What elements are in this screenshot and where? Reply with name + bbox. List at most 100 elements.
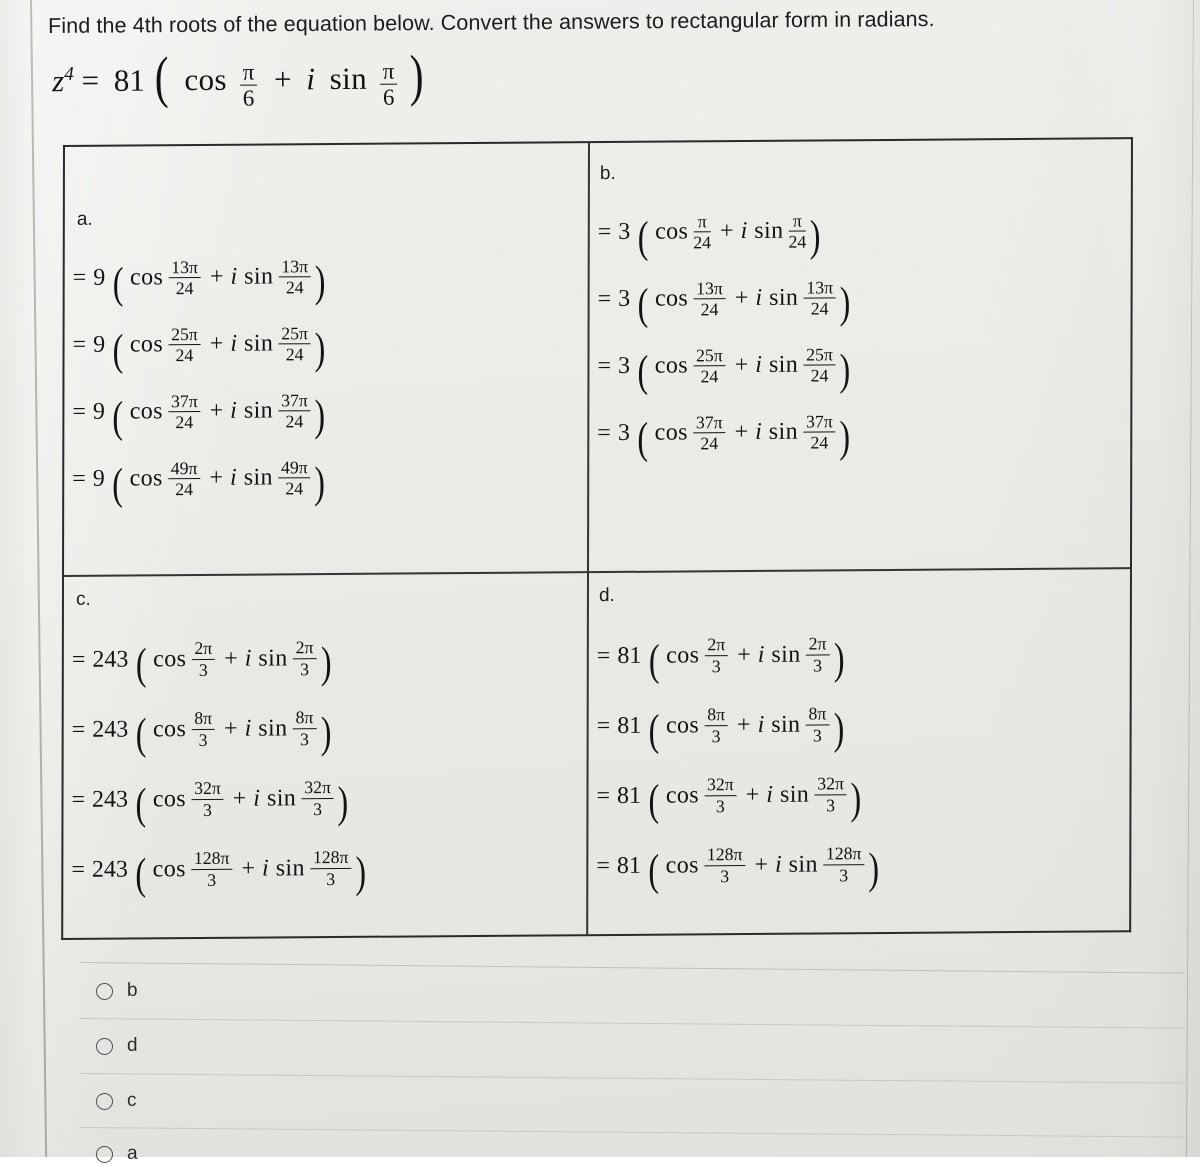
choice-equation-row: =9(cos37π24+isin37π24)	[72, 375, 581, 446]
cos-label: cos	[666, 782, 699, 809]
fraction-numerator: 13π	[803, 278, 836, 298]
choice-equation-row: =3(cos25π24+isin25π24)	[597, 329, 1124, 400]
imaginary-unit: i	[306, 61, 315, 96]
cos-label: cos	[153, 786, 186, 813]
angle-fraction-sin: 25π24	[803, 345, 836, 384]
imaginary-unit: i	[230, 465, 237, 492]
equation-modulus: 9	[93, 332, 105, 359]
equals-sign: =	[597, 713, 611, 740]
choice-cell-c: c. =243(cos2π3+isin2π3)=243(cos8π3+isin8…	[63, 573, 587, 938]
fraction-denominator: 3	[704, 866, 746, 885]
fraction-denominator: 24	[693, 299, 726, 318]
option-row-b[interactable]: b	[96, 980, 138, 1002]
plus-sign: +	[737, 641, 751, 668]
plus-sign: +	[233, 785, 247, 812]
choice-equations-d: =81(cos2π3+isin2π3)=81(cos8π3+isin8π3)=8…	[596, 617, 1124, 901]
cos-label: cos	[130, 398, 163, 425]
fraction-denominator: 24	[278, 478, 311, 497]
choice-equation-row: =3(cos13π24+isin13π24)	[598, 262, 1125, 333]
equals-sign: =	[597, 353, 611, 380]
equals-sign: =	[598, 286, 612, 313]
radio-button-c[interactable]	[96, 1092, 113, 1109]
angle-fraction-cos: 25π24	[168, 325, 201, 364]
equals-sign: =	[72, 646, 86, 673]
equation-modulus: 81	[617, 712, 641, 739]
imaginary-unit: i	[755, 285, 762, 312]
choice-cell-a: a. =9(cos13π24+isin13π24)=9(cos25π24+isi…	[64, 143, 588, 575]
cos-label: cos	[184, 62, 227, 97]
plus-sign: +	[746, 781, 760, 808]
fraction-denominator: 24	[278, 344, 311, 363]
imaginary-unit: i	[755, 419, 762, 446]
angle-fraction-cos: 13π24	[693, 279, 726, 318]
option-row-d[interactable]: d	[96, 1035, 138, 1057]
cos-label: cos	[655, 352, 688, 379]
equation-modulus: 3	[618, 420, 630, 447]
radio-button-a[interactable]	[96, 1145, 113, 1162]
angle-fraction-cos: 32π3	[191, 779, 224, 818]
equals-sign: =	[596, 853, 610, 880]
radio-button-d[interactable]	[96, 1037, 113, 1054]
fraction-denominator: 6	[380, 85, 398, 110]
cos-label: cos	[153, 856, 186, 883]
imaginary-unit: i	[230, 264, 237, 291]
angle-fraction-cos: π24	[693, 212, 711, 251]
sin-label: sin	[754, 218, 783, 245]
equals-sign: =	[72, 399, 86, 426]
radio-button-b[interactable]	[96, 982, 113, 999]
fraction-numerator: 128π	[704, 845, 746, 865]
fraction-numerator: 128π	[191, 849, 233, 869]
fraction-numerator: 13π	[278, 257, 311, 277]
fraction-numerator: 37π	[803, 412, 836, 432]
sin-label: sin	[771, 641, 800, 668]
fraction-denominator: 3	[704, 656, 728, 675]
choice-equation-row: =9(cos25π24+isin25π24)	[72, 308, 581, 379]
equation-modulus: 9	[93, 399, 105, 426]
angle-fraction-cos: 8π3	[191, 709, 215, 748]
fraction-denominator: 24	[278, 277, 311, 296]
answer-choice-table: a. =9(cos13π24+isin13π24)=9(cos25π24+isi…	[61, 137, 1133, 940]
option-row-c[interactable]: c	[96, 1090, 137, 1112]
equation-modulus: 81	[114, 63, 145, 98]
sin-label: sin	[769, 419, 798, 446]
cos-label: cos	[153, 716, 186, 743]
choice-equations-b: =3(cosπ24+isinπ24)=3(cos13π24+isin13π24)…	[597, 195, 1125, 467]
fraction-numerator: 37π	[693, 413, 726, 433]
angle-fraction-cos: 49π24	[168, 459, 201, 498]
angle-fraction-sin: 32π3	[301, 778, 334, 817]
sin-label: sin	[789, 851, 818, 878]
angle-fraction-cos: 8π3	[704, 706, 728, 745]
plus-sign: +	[735, 419, 749, 446]
choice-equation-row: =9(cos13π24+isin13π24)	[73, 241, 582, 312]
angle-fraction-cos: 2π3	[191, 639, 215, 678]
fraction-denominator: 6	[240, 86, 258, 111]
cos-label: cos	[130, 465, 163, 492]
angle-fraction-sin: 13π24	[803, 278, 836, 317]
choice-equation-row: =243(cos32π3+isin32π3)	[71, 761, 580, 835]
fraction-denominator: 3	[292, 729, 316, 748]
choice-equation-row: =243(cos128π3+isin128π3)	[71, 831, 580, 905]
cos-label: cos	[666, 712, 699, 739]
plus-sign: +	[735, 352, 749, 379]
option-row-a[interactable]: a	[96, 1143, 138, 1165]
sin-label: sin	[244, 330, 273, 357]
plus-sign: +	[241, 855, 255, 882]
plus-sign: +	[754, 851, 768, 878]
fraction-numerator: 8π	[805, 705, 829, 725]
fraction-numerator: 13π	[693, 279, 726, 299]
equals-sign: =	[72, 466, 86, 493]
option-label-c: c	[127, 1090, 137, 1112]
equation-modulus: 3	[618, 353, 630, 380]
imaginary-unit: i	[775, 851, 782, 878]
angle-fraction-sin: 37π24	[803, 412, 836, 451]
fraction-numerator: 2π	[191, 639, 215, 659]
imaginary-unit: i	[758, 711, 765, 738]
fraction-numerator: 25π	[168, 325, 201, 345]
equals-sign: =	[73, 265, 87, 292]
fraction-denominator: 24	[693, 366, 726, 385]
cos-label: cos	[666, 642, 699, 669]
main-equation: z4 = 81 ( cos π 6 + i sin π 6 )	[52, 59, 426, 111]
equation-modulus: 3	[618, 219, 630, 246]
plus-sign: +	[210, 398, 224, 425]
plus-sign: +	[210, 331, 224, 358]
